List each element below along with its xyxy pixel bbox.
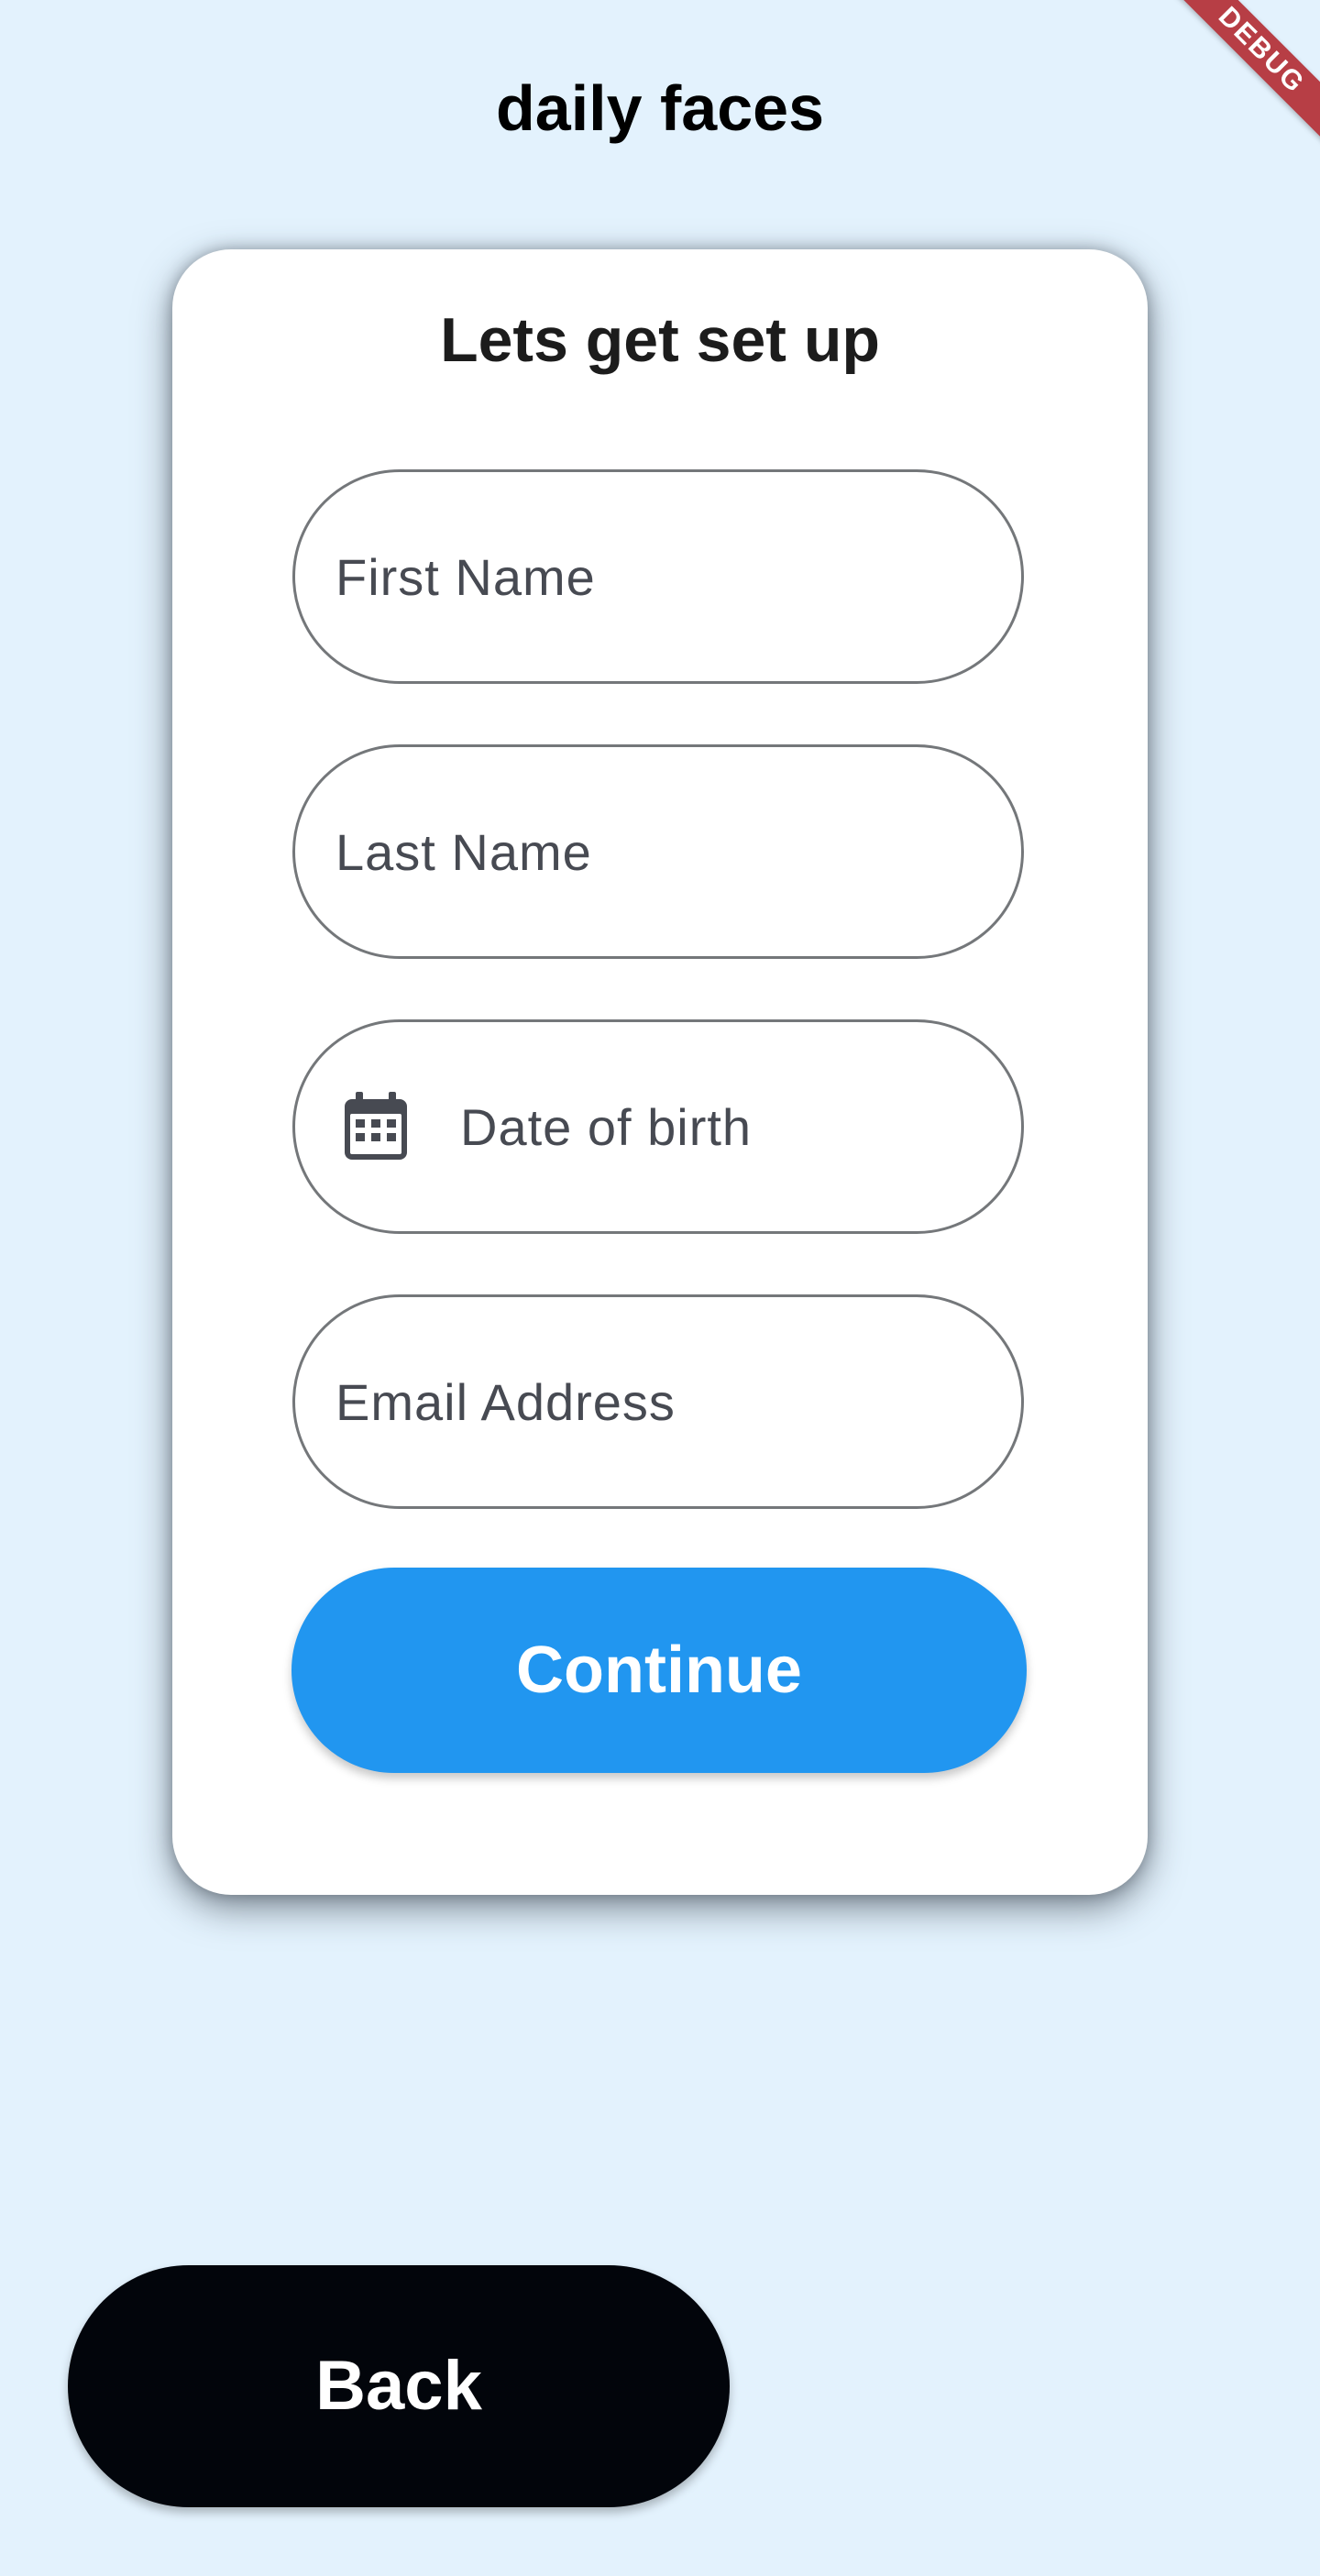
date-of-birth-field[interactable]: Date of birth	[292, 1019, 1024, 1234]
debug-banner-label: DEBUG	[1163, 0, 1320, 149]
email-placeholder: Email Address	[336, 1372, 676, 1431]
last-name-field[interactable]: Last Name	[292, 744, 1024, 959]
setup-card: Lets get set up First Name Last Name Dat…	[172, 249, 1148, 1895]
first-name-field[interactable]: First Name	[292, 469, 1024, 684]
app-title: daily faces	[496, 72, 824, 144]
last-name-placeholder: Last Name	[336, 822, 592, 881]
back-button[interactable]: Back	[68, 2265, 730, 2507]
date-of-birth-placeholder: Date of birth	[460, 1097, 753, 1156]
card-title: Lets get set up	[440, 305, 880, 375]
first-name-placeholder: First Name	[336, 547, 596, 606]
debug-banner: DEBUG	[1155, 0, 1320, 165]
continue-button[interactable]: Continue	[292, 1568, 1027, 1773]
email-field[interactable]: Email Address	[292, 1294, 1024, 1509]
calendar-icon[interactable]	[343, 1092, 409, 1161]
